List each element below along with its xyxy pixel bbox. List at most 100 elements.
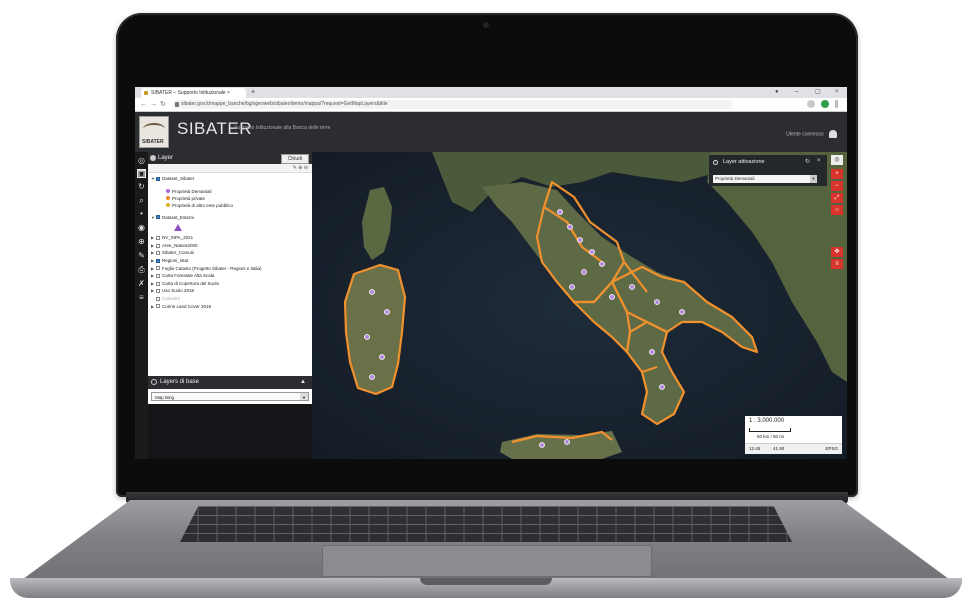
wrench-icon[interactable]: ✗ bbox=[137, 279, 146, 288]
ruler-icon[interactable]: ⊕ bbox=[137, 237, 146, 246]
layer-mini-tools[interactable]: ✎ ⊕ ⊖ bbox=[148, 164, 312, 173]
property-marker[interactable] bbox=[379, 354, 385, 360]
property-marker[interactable] bbox=[567, 224, 573, 230]
expand-arrow-icon[interactable]: ▶ bbox=[151, 272, 154, 280]
pan-icon[interactable]: ✥ bbox=[831, 247, 843, 257]
layer-checkbox[interactable] bbox=[156, 289, 160, 294]
property-marker[interactable] bbox=[569, 284, 575, 290]
property-marker[interactable] bbox=[599, 261, 605, 267]
maximize-button[interactable]: ▢ bbox=[815, 87, 821, 98]
star-icon[interactable] bbox=[807, 100, 815, 108]
property-marker[interactable] bbox=[369, 289, 375, 295]
layer-group-esterni[interactable]: ▼ Dataset_Esterni bbox=[148, 214, 312, 222]
property-marker[interactable] bbox=[609, 294, 615, 300]
map-view[interactable]: Layer attivazione ↻ × Proprietà Demanial… bbox=[312, 152, 847, 459]
menu-icon[interactable] bbox=[835, 100, 838, 108]
layer-item[interactable]: ▶ Foglio Catasto (Progetto Sibater - Reg… bbox=[148, 265, 312, 273]
base-layers-header[interactable]: Layers di base ▲ bbox=[148, 376, 312, 389]
layer-checkbox[interactable] bbox=[156, 176, 160, 181]
layer-item[interactable]: ▶ Regioni_Istat bbox=[148, 257, 312, 265]
pin-icon[interactable]: • bbox=[137, 209, 146, 218]
refresh-icon[interactable]: ↻ bbox=[137, 182, 146, 191]
property-marker[interactable] bbox=[629, 284, 635, 290]
layer-checkbox[interactable] bbox=[156, 266, 160, 271]
property-marker[interactable] bbox=[364, 334, 370, 340]
close-panel-button[interactable]: Chiudi bbox=[280, 154, 309, 164]
layer-item[interactable]: ▶ NV_SIPA_2021 bbox=[148, 234, 312, 242]
layer-checkbox[interactable] bbox=[156, 243, 160, 248]
forward-button[interactable]: → bbox=[150, 100, 157, 109]
reload-button[interactable]: ↻ bbox=[160, 100, 166, 109]
expand-arrow-icon[interactable]: ▶ bbox=[151, 280, 154, 288]
layer-item[interactable]: ▶ Uso Suolo 2018 bbox=[148, 287, 312, 295]
browser-tab[interactable]: SIBATER – Supporto Istituzionale × bbox=[141, 88, 246, 98]
layer-checkbox[interactable] bbox=[156, 258, 160, 263]
layer-checkbox[interactable] bbox=[156, 281, 160, 286]
layer-checkbox[interactable] bbox=[156, 251, 160, 256]
globe-icon[interactable]: ◉ bbox=[137, 223, 146, 232]
fullscreen-icon[interactable]: ⤢ bbox=[831, 193, 843, 203]
property-marker[interactable] bbox=[577, 237, 583, 243]
layer-checkbox[interactable] bbox=[156, 304, 160, 309]
user-area[interactable]: Utente connesso bbox=[786, 130, 837, 138]
home-icon[interactable]: ⌂ bbox=[831, 205, 843, 215]
layer-group-sibater[interactable]: ▼ Dataset_Sibater bbox=[148, 175, 312, 183]
layer-checkbox[interactable] bbox=[156, 215, 160, 220]
collapse-arrow-icon[interactable]: ▼ bbox=[151, 175, 155, 183]
expand-arrow-icon[interactable]: ▶ bbox=[151, 265, 154, 273]
refresh-icon[interactable]: ↻ bbox=[805, 158, 810, 165]
url-input[interactable]: sibater.gov.it/mappe_banche/bg/sgeoweb/s… bbox=[173, 100, 733, 109]
locate-icon[interactable]: ◎ bbox=[831, 155, 843, 165]
property-marker[interactable] bbox=[659, 384, 665, 390]
layer-item[interactable]: Cadastre bbox=[148, 295, 312, 303]
layer-checkbox[interactable] bbox=[156, 273, 160, 278]
layer-item[interactable]: ▶ Carta di Copertura del Suolo bbox=[148, 280, 312, 288]
property-marker[interactable] bbox=[557, 209, 563, 215]
zoom-in-icon[interactable]: + bbox=[831, 169, 843, 179]
profile-icon[interactable]: ● bbox=[775, 87, 779, 98]
list-icon[interactable]: ≡ bbox=[137, 293, 146, 302]
property-marker[interactable] bbox=[589, 249, 595, 255]
base-layer-select[interactable]: Map Bing ▼ bbox=[151, 392, 309, 401]
property-marker[interactable] bbox=[384, 309, 390, 315]
property-marker[interactable] bbox=[564, 439, 570, 445]
layer-checkbox[interactable] bbox=[156, 235, 160, 240]
info-icon[interactable]: ▣ bbox=[137, 169, 146, 178]
crs-select[interactable]: EPSG bbox=[825, 444, 838, 454]
expand-arrow-icon[interactable]: ▶ bbox=[151, 234, 154, 242]
property-marker[interactable] bbox=[539, 442, 545, 448]
layer-item[interactable]: ▶ Sibater_Comuni bbox=[148, 249, 312, 257]
expand-arrow-icon[interactable]: ▶ bbox=[151, 242, 154, 250]
property-marker[interactable] bbox=[679, 309, 685, 315]
search-icon[interactable]: ⌕ bbox=[137, 196, 146, 205]
coord-x: 12.45 bbox=[749, 446, 761, 451]
expand-arrow-icon[interactable]: ▶ bbox=[151, 257, 154, 265]
print-icon[interactable]: ⎙ bbox=[137, 265, 146, 274]
property-marker[interactable] bbox=[369, 374, 375, 380]
layer-select[interactable]: Proprietà Demaniali ▼ bbox=[713, 175, 817, 183]
layer-item[interactable]: ▶ Aree_Natura2000 bbox=[148, 242, 312, 250]
layer-item[interactable]: ▶ Corine Land Cover 2018 bbox=[148, 303, 312, 311]
property-marker[interactable] bbox=[654, 299, 660, 305]
zoom-out-icon[interactable]: − bbox=[831, 181, 843, 191]
marker-private-icon bbox=[166, 196, 170, 201]
expand-arrow-icon[interactable]: ▶ bbox=[151, 249, 154, 257]
collapse-icon[interactable]: ▲ bbox=[300, 376, 306, 389]
layer-checkbox[interactable] bbox=[156, 296, 160, 301]
edit-icon[interactable]: ✎ bbox=[137, 251, 146, 260]
measure-icon[interactable]: ≡ bbox=[831, 259, 843, 269]
layer-item[interactable]: ▶ Carta Forestale Alta Scala bbox=[148, 272, 312, 280]
close-window-button[interactable]: × bbox=[835, 87, 839, 98]
collapse-arrow-icon[interactable]: ▼ bbox=[151, 214, 155, 222]
minimize-button[interactable]: – bbox=[795, 87, 798, 98]
map-canvas[interactable] bbox=[312, 152, 847, 459]
property-marker[interactable] bbox=[649, 349, 655, 355]
back-button[interactable]: ← bbox=[140, 100, 147, 109]
extension-icon[interactable] bbox=[821, 100, 829, 108]
close-icon[interactable]: × bbox=[817, 158, 821, 164]
new-tab-button[interactable]: + bbox=[251, 87, 255, 98]
property-marker[interactable] bbox=[581, 269, 587, 275]
expand-arrow-icon[interactable]: ▶ bbox=[151, 287, 154, 295]
layers-icon[interactable]: ◎ bbox=[137, 156, 146, 165]
expand-arrow-icon[interactable]: ▶ bbox=[151, 303, 154, 311]
